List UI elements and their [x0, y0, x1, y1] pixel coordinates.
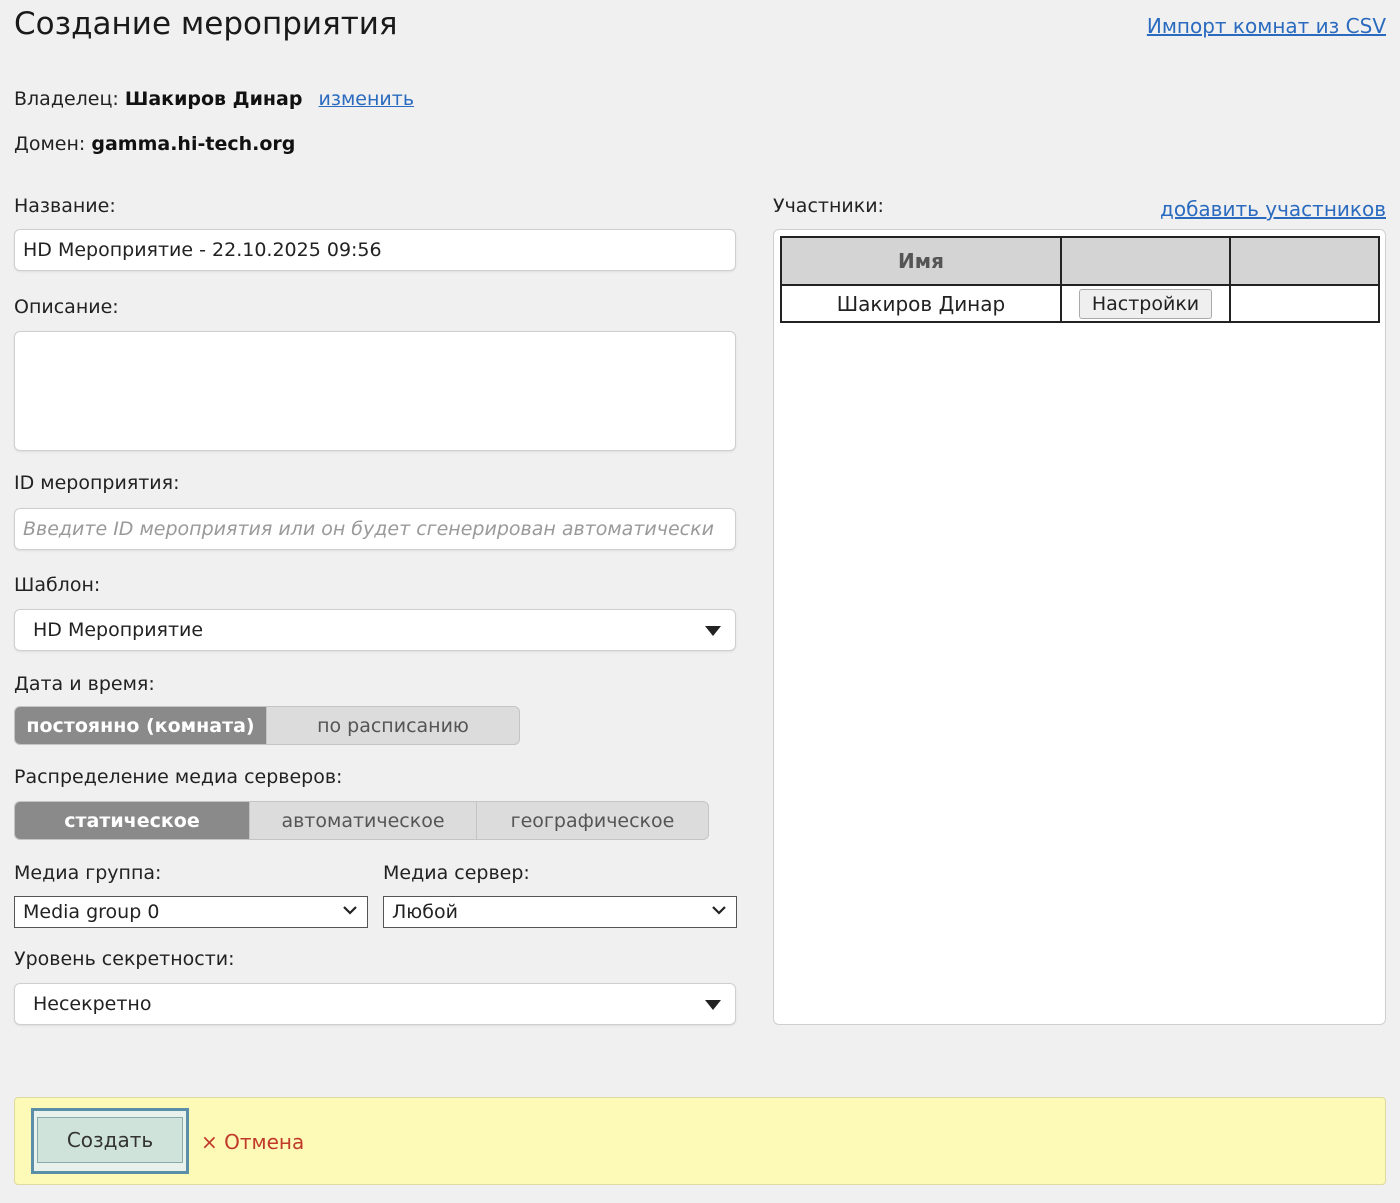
template-label: Шаблон:: [14, 574, 101, 596]
participant-name: Шакиров Динар: [780, 284, 1062, 323]
security-select[interactable]: Несекретно: [14, 983, 736, 1025]
distribution-label: Распределение медиа серверов:: [14, 766, 343, 788]
template-select-value: HD Мероприятие: [33, 619, 204, 641]
table-row: Шакиров Динар Настройки: [780, 284, 1380, 323]
datetime-segmented-control: постоянно (комната) по расписанию: [14, 706, 520, 745]
datetime-option-permanent[interactable]: постоянно (комната): [15, 707, 266, 744]
owner-name: Шакиров Динар: [124, 88, 303, 110]
media-server-select[interactable]: Любой: [383, 896, 737, 928]
template-select[interactable]: HD Мероприятие: [14, 609, 736, 651]
dropdown-triangle-icon: [705, 626, 721, 636]
datetime-option-scheduled[interactable]: по расписанию: [266, 707, 519, 744]
change-owner-link[interactable]: изменить: [319, 88, 415, 110]
participants-header-row: Имя: [780, 236, 1380, 286]
domain-row: Домен: gamma.hi-tech.org: [14, 133, 295, 155]
participant-settings-button[interactable]: Настройки: [1078, 288, 1213, 319]
description-label: Описание:: [14, 296, 119, 318]
column-header-name: Имя: [780, 236, 1062, 286]
name-label: Название:: [14, 195, 116, 217]
media-group-select-value: Media group 0: [23, 901, 160, 923]
media-server-label: Медиа сервер:: [383, 862, 530, 884]
column-header-extra: [1229, 236, 1380, 286]
cancel-link[interactable]: × Отмена: [201, 1130, 304, 1154]
datetime-label: Дата и время:: [14, 673, 155, 695]
dropdown-triangle-icon: [705, 1000, 721, 1010]
create-button[interactable]: Создать: [37, 1117, 183, 1163]
domain-value: gamma.hi-tech.org: [91, 133, 296, 155]
page-title: Создание мероприятия: [14, 6, 398, 42]
import-rooms-csv-link[interactable]: Импорт комнат из CSV: [1147, 14, 1386, 38]
security-label: Уровень секретности:: [14, 948, 235, 970]
chevron-down-icon: [343, 906, 357, 915]
form-footer: Создать × Отмена: [14, 1097, 1386, 1185]
cancel-label: Отмена: [224, 1130, 305, 1154]
description-textarea[interactable]: [14, 331, 736, 451]
event-id-label: ID мероприятия:: [14, 472, 180, 494]
column-header-actions: [1060, 236, 1231, 286]
owner-label: Владелец:: [14, 88, 119, 110]
domain-label: Домен:: [14, 133, 86, 155]
close-icon: ×: [201, 1130, 218, 1154]
security-select-value: Несекретно: [33, 993, 152, 1015]
media-server-select-value: Любой: [392, 901, 458, 923]
owner-row: Владелец: Шакиров Динар изменить: [14, 88, 414, 110]
media-group-select[interactable]: Media group 0: [14, 896, 368, 928]
chevron-down-icon: [712, 906, 726, 915]
participants-label: Участники:: [773, 195, 884, 217]
participants-table: Имя Шакиров Динар Настройки: [780, 236, 1380, 323]
participants-panel: Имя Шакиров Динар Настройки: [773, 229, 1386, 1025]
distribution-option-automatic[interactable]: автоматическое: [249, 802, 476, 839]
distribution-option-static[interactable]: статическое: [15, 802, 249, 839]
add-participants-link[interactable]: добавить участников: [1160, 197, 1386, 221]
create-button-focus-ring: Создать: [31, 1108, 189, 1174]
participant-actions-cell: Настройки: [1060, 284, 1231, 323]
name-input[interactable]: [14, 229, 736, 271]
participant-extra-cell: [1229, 284, 1380, 323]
distribution-option-geographic[interactable]: географическое: [476, 802, 708, 839]
distribution-segmented-control: статическое автоматическое географическо…: [14, 801, 709, 840]
media-group-label: Медиа группа:: [14, 862, 162, 884]
event-id-input[interactable]: [14, 508, 736, 550]
